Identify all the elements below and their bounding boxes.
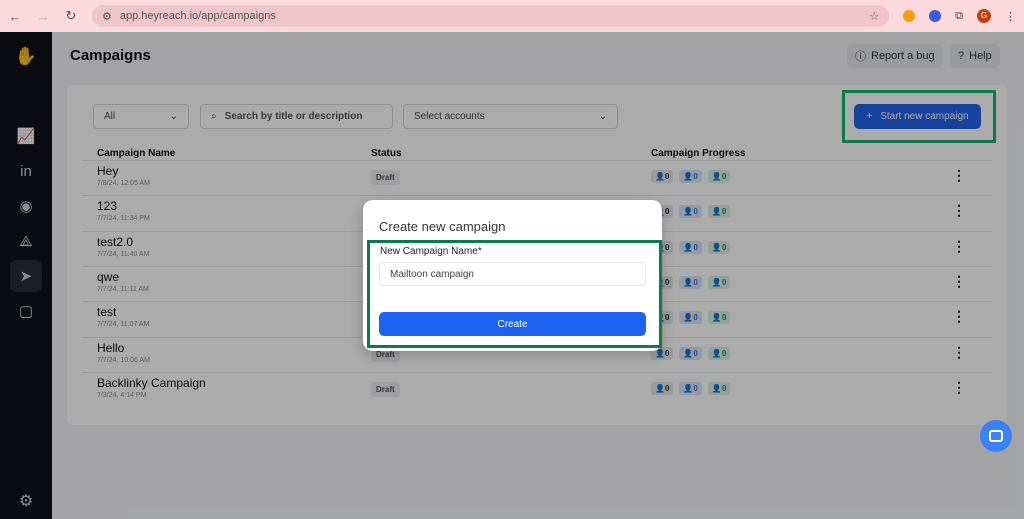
chat-icon [989, 430, 1003, 442]
back-icon[interactable]: ← [8, 9, 22, 24]
extensions-puzzle-icon[interactable]: ⧉ [955, 10, 963, 23]
profile-avatar[interactable]: G [977, 9, 991, 23]
extension-icon[interactable] [929, 10, 942, 22]
create-button[interactable]: Create [379, 312, 646, 336]
url-text: app.heyreach.io/app/campaigns [119, 10, 276, 22]
address-bar[interactable]: ⚙ app.heyreach.io/app/campaigns ☆ [92, 5, 890, 27]
site-settings-icon[interactable]: ⚙ [102, 10, 112, 23]
browser-toolbar: ← → ↻ ⚙ app.heyreach.io/app/campaigns ☆ … [0, 0, 1024, 32]
reload-icon[interactable]: ↻ [64, 8, 78, 24]
create-campaign-modal: Create new campaign New Campaign Name* C… [363, 200, 662, 351]
extension-icon[interactable] [903, 10, 916, 22]
campaign-name-label: New Campaign Name* [380, 246, 482, 257]
campaign-name-input[interactable] [379, 262, 646, 286]
modal-title: Create new campaign [379, 219, 506, 234]
forward-icon[interactable]: → [36, 9, 50, 24]
chat-widget-button[interactable] [980, 420, 1012, 452]
menu-kebab-icon[interactable]: ⋮ [1005, 10, 1016, 23]
bookmark-star-icon[interactable]: ☆ [869, 10, 879, 23]
